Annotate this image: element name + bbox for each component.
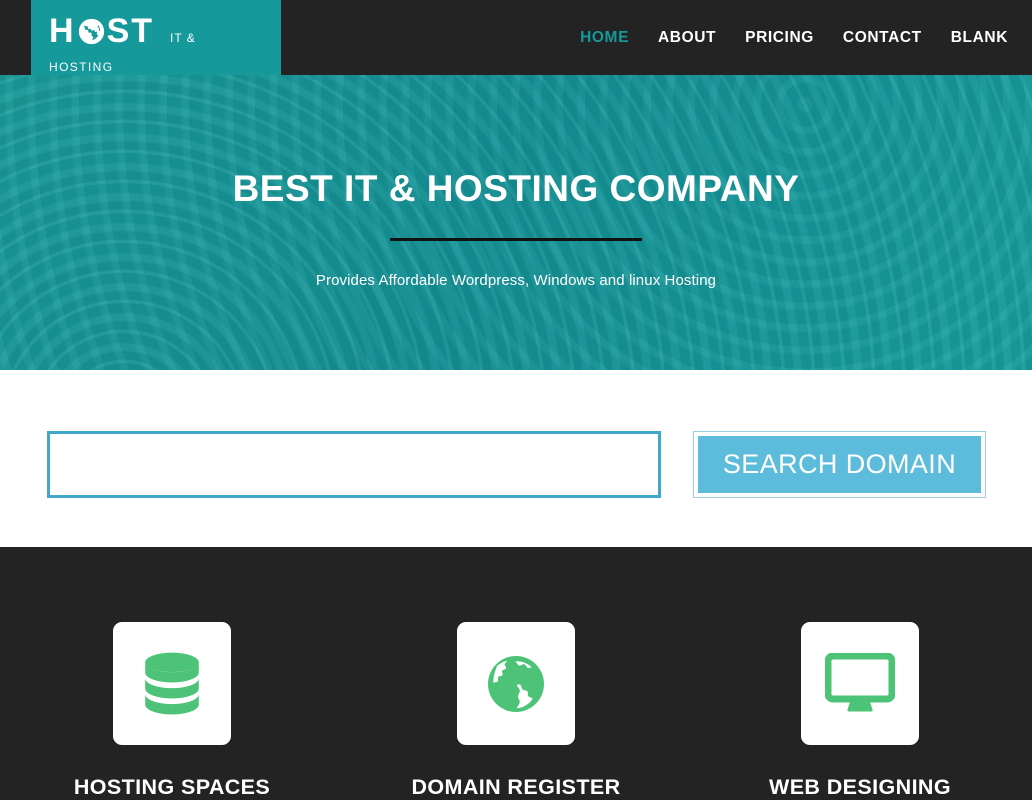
hero-subtitle: Provides Affordable Wordpress, Windows a… [315,272,717,289]
service-title: DOMAIN REGISTER [411,775,621,799]
nav-item-pricing[interactable]: PRICING [745,29,814,47]
globe-icon [488,655,544,712]
logo-suffix: IT & [170,31,196,45]
service-card-web-designing[interactable]: WEB DESIGNING [688,622,1032,800]
site-header: H ST IT & HOSTING HOME ABOUT PRICING CON… [0,0,1032,75]
logo-letters-st: ST [106,12,155,50]
service-icon-tile [801,622,919,745]
nav-item-about[interactable]: ABOUT [658,29,716,47]
nav-item-blank[interactable]: BLANK [951,29,1008,47]
nav-item-home[interactable]: HOME [580,29,629,47]
search-domain-button-frame: SEARCH DOMAIN [693,431,986,498]
domain-search-input[interactable] [47,431,661,498]
services-section: HOSTING SPACES DOMAIN REGISTER WEB DESIG… [0,547,1032,800]
logo-line-primary: H ST IT & [49,14,281,48]
domain-search-section: SEARCH DOMAIN [0,370,1032,547]
hero-title: BEST IT & HOSTING COMPANY [232,168,800,209]
hero-banner: BEST IT & HOSTING COMPANY Provides Affor… [0,75,1032,370]
desktop-monitor-icon [825,652,895,711]
database-icon [145,652,199,714]
logo-line-secondary: HOSTING [49,60,114,74]
hero-content: BEST IT & HOSTING COMPANY Provides Affor… [0,75,1032,289]
hero-divider [390,238,642,241]
nav-item-contact[interactable]: CONTACT [843,29,922,47]
service-title: WEB DESIGNING [769,775,951,799]
service-title: HOSTING SPACES [73,775,271,799]
service-icon-tile [457,622,575,745]
logo[interactable]: H ST IT & HOSTING [31,0,281,75]
service-icon-tile [113,622,231,745]
service-card-domain-register[interactable]: DOMAIN REGISTER [344,622,688,800]
globe-icon [78,18,105,45]
logo-letter-h: H [49,12,76,50]
search-domain-button[interactable]: SEARCH DOMAIN [698,436,981,493]
service-card-hosting-spaces[interactable]: HOSTING SPACES [0,622,344,800]
main-navigation: HOME ABOUT PRICING CONTACT BLANK [580,0,1008,75]
